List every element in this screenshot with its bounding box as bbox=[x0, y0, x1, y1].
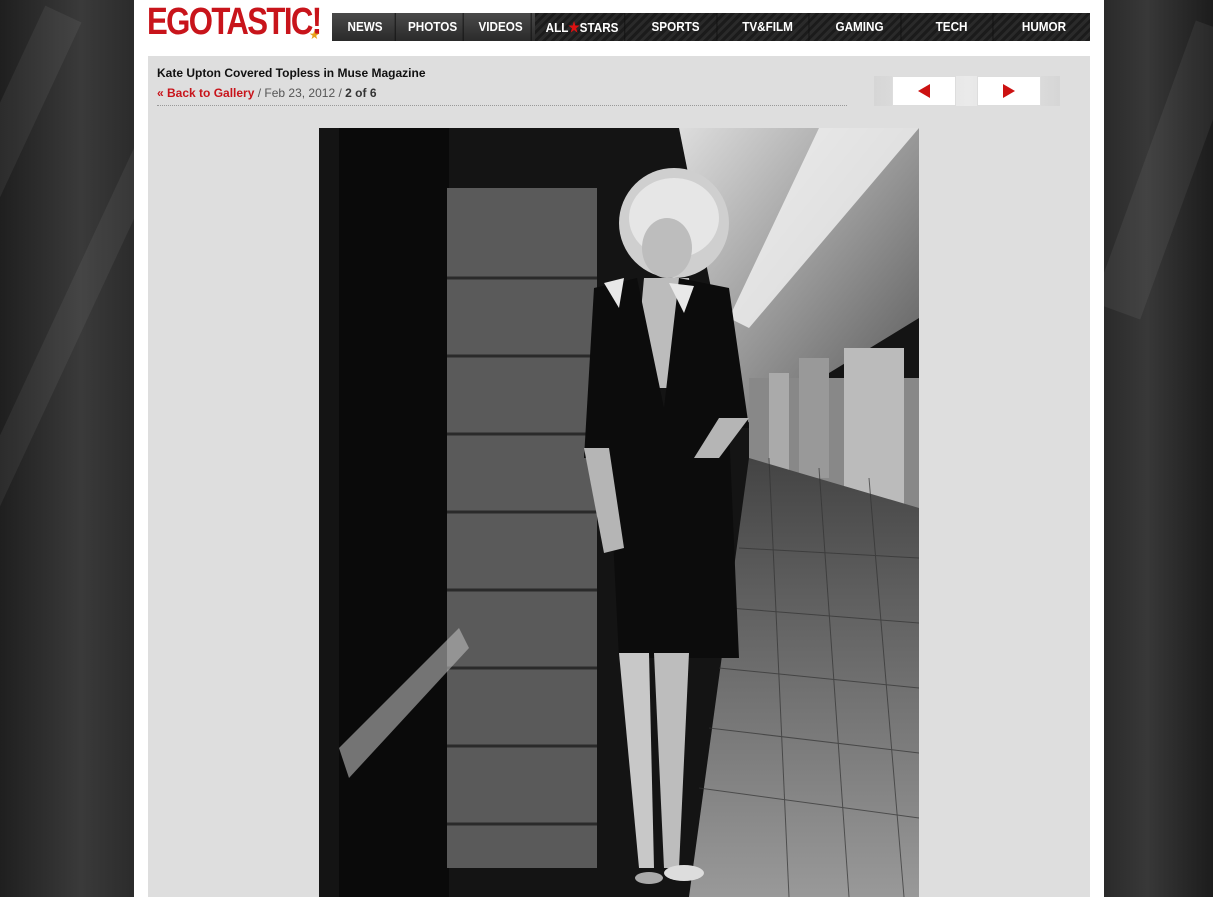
gallery-photo[interactable] bbox=[319, 128, 919, 897]
dotted-divider bbox=[157, 105, 847, 106]
gallery-meta: « Back to Gallery / Feb 23, 2012 / 2 of … bbox=[157, 86, 377, 100]
site-logo[interactable]: EGOTASTIC! bbox=[147, 0, 322, 46]
next-photo-button[interactable] bbox=[977, 76, 1041, 106]
gallery-date: Feb 23, 2012 bbox=[264, 86, 336, 100]
gallery-position: 2 of 6 bbox=[345, 86, 377, 100]
star-icon: ★ bbox=[568, 19, 580, 35]
meta-separator-1: / bbox=[254, 86, 265, 100]
gallery-pager bbox=[874, 76, 1060, 106]
nav-item-news[interactable]: NEWS bbox=[335, 13, 396, 41]
nav-item-tvfilm[interactable]: TV&FILM bbox=[727, 13, 810, 41]
logo-star-icon: ★ bbox=[309, 28, 320, 42]
nav-allstars-label-1: ALL bbox=[545, 20, 569, 35]
nav-item-photos[interactable]: PHOTOS bbox=[402, 13, 464, 41]
nav-item-humor[interactable]: HUMOR bbox=[1003, 13, 1086, 41]
background-left bbox=[0, 0, 135, 897]
nav-item-gaming[interactable]: GAMING bbox=[819, 13, 902, 41]
nav-primary-group: NEWS PHOTOS VIDEOS bbox=[332, 13, 535, 41]
nav-item-allstars[interactable]: ALL★STARS bbox=[540, 13, 626, 41]
main-nav: NEWS PHOTOS VIDEOS ALL★STARS SPORTS TV&F… bbox=[332, 13, 1090, 41]
nav-item-videos[interactable]: VIDEOS bbox=[470, 13, 532, 41]
nav-item-tech[interactable]: TECH bbox=[911, 13, 994, 41]
meta-separator-2: / bbox=[335, 86, 346, 100]
page-container: EGOTASTIC! ★ NEWS PHOTOS VIDEOS ALL★STAR… bbox=[134, 0, 1104, 897]
background-right bbox=[1103, 0, 1213, 897]
site-header: EGOTASTIC! ★ NEWS PHOTOS VIDEOS ALL★STAR… bbox=[134, 0, 1104, 46]
gallery-content: Kate Upton Covered Topless in Muse Magaz… bbox=[148, 56, 1090, 897]
gallery-photo-image bbox=[319, 128, 919, 897]
right-arrow-icon bbox=[1003, 84, 1015, 98]
nav-item-sports[interactable]: SPORTS bbox=[635, 13, 718, 41]
left-arrow-icon bbox=[918, 84, 930, 98]
gallery-title: Kate Upton Covered Topless in Muse Magaz… bbox=[157, 66, 426, 80]
nav-allstars-label-2: STARS bbox=[579, 20, 619, 35]
previous-photo-button[interactable] bbox=[892, 76, 956, 106]
back-to-gallery-link[interactable]: « Back to Gallery bbox=[157, 86, 254, 100]
